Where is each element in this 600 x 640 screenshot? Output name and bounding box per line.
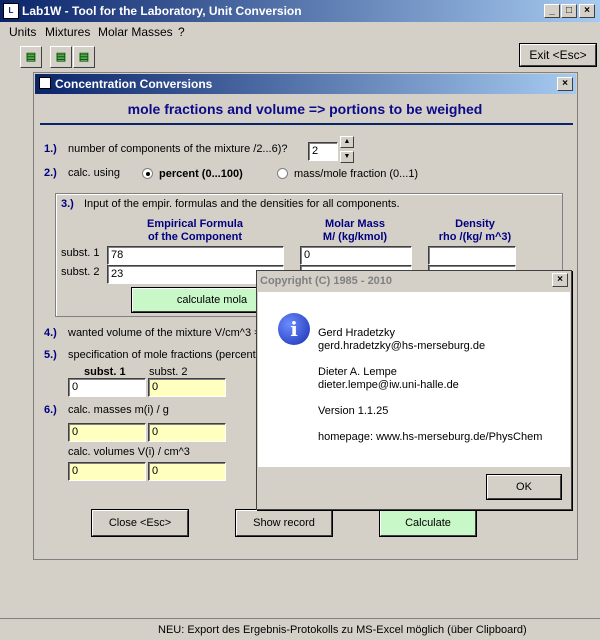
spin-up-button[interactable]: ▲ (340, 136, 354, 148)
concentration-close-button[interactable]: × (557, 77, 573, 91)
radio-fraction-label: mass/mole fraction (0...1) (294, 168, 419, 180)
step3-number: 3.) (61, 198, 74, 210)
dialog-close-button[interactable]: × (552, 273, 568, 287)
mass-1-field: 0 (68, 423, 146, 442)
concentration-titlebar: Concentration Conversions × (35, 74, 576, 94)
window-title: Lab1W - Tool for the Laboratory, Unit Co… (22, 4, 302, 18)
dialog-email2: dieter.lempe@iw.uni-halle.de (318, 379, 459, 391)
info-icon: i (278, 313, 310, 345)
dialog-titlebar: Copyright (C) 1985 - 2010 × (257, 271, 571, 291)
spin-down-button[interactable]: ▼ (340, 151, 354, 163)
col-density-header-2: rho /(kg/ m^3) (438, 231, 512, 243)
exit-button[interactable]: Exit <Esc> (519, 43, 597, 67)
menu-bar: Units Mixtures Molar Masses ? (0, 22, 600, 42)
ok-button[interactable]: OK (486, 474, 562, 500)
volumes-label: calc. volumes V(i) / cm^3 (68, 446, 190, 458)
row1-label: subst. 1 (61, 247, 100, 259)
component-count-field[interactable]: 2 (308, 142, 338, 161)
row1-formula-field[interactable]: 78 (107, 246, 284, 265)
menu-units[interactable]: Units (9, 25, 36, 39)
heading-divider (40, 123, 573, 125)
step2-number: 2.) (44, 167, 57, 179)
conversion-heading: mole fractions and volume => portions to… (127, 101, 483, 117)
toolbar-molar-icon[interactable]: ▤ (73, 46, 95, 68)
row1-density-field[interactable] (428, 246, 516, 265)
row1-molar-field[interactable]: 0 (300, 246, 412, 265)
radio-percent[interactable] (142, 168, 153, 179)
subst2-header: subst. 2 (149, 366, 188, 378)
show-record-button[interactable]: Show record (235, 509, 333, 537)
dialog-title: Copyright (C) 1985 - 2010 (260, 275, 393, 287)
step5-label: specification of mole fractions (percent… (68, 349, 260, 361)
volume-2-field: 0 (148, 462, 226, 481)
calculate-button[interactable]: Calculate (379, 509, 477, 537)
radio-fraction[interactable] (277, 168, 288, 179)
step3-label: Input of the empir. formulas and the den… (84, 198, 400, 210)
step4-label: wanted volume of the mixture V/cm^3 = (68, 327, 261, 339)
app-icon: L (3, 3, 19, 19)
menu-mixtures[interactable]: Mixtures (45, 25, 90, 39)
volume-1-field: 0 (68, 462, 146, 481)
step1-label: number of components of the mixture /2..… (68, 143, 288, 155)
dialog-homepage: homepage: www.hs-merseburg.de/PhysChem (318, 431, 543, 443)
dialog-email1: gerd.hradetzky@hs-merseburg.de (318, 340, 486, 352)
window-titlebar: L Lab1W - Tool for the Laboratory, Unit … (0, 0, 600, 22)
concentration-title: Concentration Conversions (55, 77, 213, 91)
step6-number: 6.) (44, 404, 57, 416)
close-button[interactable]: Close <Esc> (91, 509, 189, 537)
status-text: NEU: Export des Ergebnis-Protokolls zu M… (158, 624, 527, 636)
dialog-version: Version 1.1.25 (318, 405, 389, 417)
col-molar-header-2: M/ (kg/kmol) (322, 231, 388, 243)
col-density-header-1: Density (455, 218, 495, 230)
menu-help[interactable]: ? (178, 25, 185, 39)
mass-2-field: 0 (148, 423, 226, 442)
step1-number: 1.) (44, 143, 57, 155)
radio-percent-label: percent (0...100) (159, 168, 243, 180)
step4-number: 4.) (44, 327, 57, 339)
step2-label: calc. using (68, 167, 120, 179)
col-molar-header-1: Molar Mass (325, 218, 385, 230)
close-window-button[interactable]: × (579, 4, 595, 18)
minimize-button[interactable]: _ (544, 4, 560, 18)
step5-number: 5.) (44, 349, 57, 361)
status-bar: NEU: Export des Ergebnis-Protokolls zu M… (0, 618, 600, 640)
menu-molar-masses[interactable]: Molar Masses (98, 25, 173, 39)
subst1-header: subst. 1 (84, 366, 126, 378)
mole-fraction-2-field[interactable]: 0 (148, 378, 226, 397)
col-formula-header-2: of the Component (147, 231, 243, 243)
mole-fraction-1-field[interactable]: 0 (68, 378, 146, 397)
toolbar-units-icon[interactable]: ▤ (20, 46, 42, 68)
step6-label: calc. masses m(i) / g (68, 404, 169, 416)
dialog-author1: Gerd Hradetzky (318, 327, 396, 339)
col-formula-header-1: Empirical Formula (147, 218, 243, 230)
row2-label: subst. 2 (61, 266, 100, 278)
window-icon (39, 77, 51, 89)
toolbar-mixtures-icon[interactable]: ▤ (50, 46, 72, 68)
maximize-button[interactable]: □ (561, 4, 577, 18)
dialog-author2: Dieter A. Lempe (318, 366, 397, 378)
